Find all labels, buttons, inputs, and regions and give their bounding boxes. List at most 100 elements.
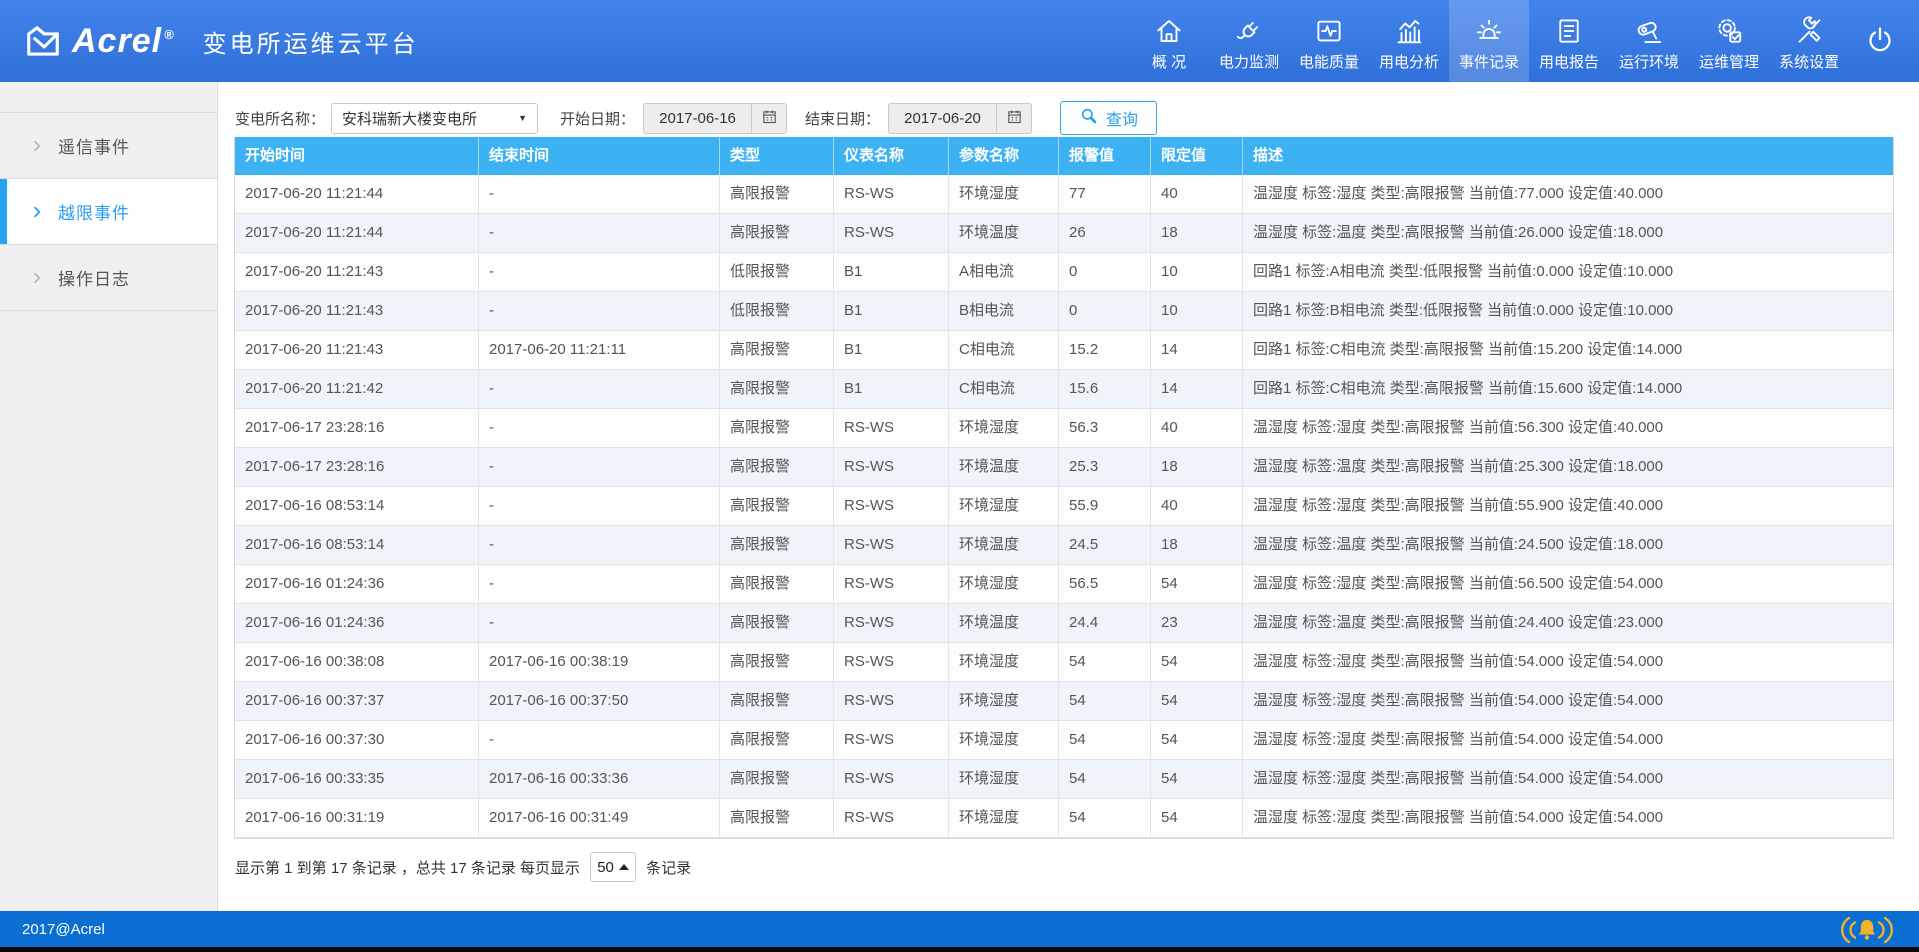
table-cell: 低限报警 bbox=[720, 292, 834, 330]
nav-item-label: 运维管理 bbox=[1699, 51, 1759, 72]
table-cell: 环境湿度 bbox=[949, 487, 1059, 525]
table-cell: B1 bbox=[834, 292, 949, 330]
start-date-group bbox=[643, 103, 787, 134]
chevron-right-icon bbox=[30, 139, 44, 153]
table-cell: 54 bbox=[1151, 721, 1243, 759]
calendar-icon bbox=[761, 108, 778, 128]
app-header: Acrel® 变电所运维云平台 概 况电力监测电能质量用电分析事件记录用电报告运… bbox=[0, 0, 1919, 82]
table-cell: 2017-06-16 08:53:14 bbox=[235, 526, 479, 564]
sidebar-item-remote-signal[interactable]: 遥信事件 bbox=[0, 113, 217, 179]
start-date-label: 开始日期： bbox=[560, 108, 635, 129]
tools-icon bbox=[1794, 16, 1824, 46]
alarm-bell-icon[interactable] bbox=[1841, 915, 1893, 945]
nav-item-power[interactable]: 电力监测 bbox=[1209, 0, 1289, 82]
table-cell: 温湿度 标签:湿度 类型:高限报警 当前值:55.900 设定值:40.000 bbox=[1243, 487, 1893, 525]
table-cell: 0 bbox=[1059, 292, 1151, 330]
gear-lock-icon bbox=[1714, 16, 1744, 46]
table-cell: RS-WS bbox=[834, 799, 949, 837]
table-cell: 回路1 标签:B相电流 类型:低限报警 当前值:0.000 设定值:10.000 bbox=[1243, 292, 1893, 330]
table-cell: 2017-06-20 11:21:11 bbox=[479, 331, 720, 369]
nav-item-settings[interactable]: 系统设置 bbox=[1769, 0, 1849, 82]
query-button[interactable]: 查询 bbox=[1060, 101, 1157, 135]
nav-item-label: 事件记录 bbox=[1459, 51, 1519, 72]
table-header-row: 开始时间结束时间类型仪表名称参数名称报警值限定值描述 bbox=[235, 137, 1893, 175]
nav-item-label: 电能质量 bbox=[1299, 51, 1359, 72]
search-icon bbox=[1079, 106, 1098, 130]
nav-item-environment[interactable]: 运行环境 bbox=[1609, 0, 1689, 82]
table-cell: 高限报警 bbox=[720, 565, 834, 603]
station-label: 变电所名称： bbox=[235, 108, 325, 129]
table-cell: B相电流 bbox=[949, 292, 1059, 330]
column-header: 报警值 bbox=[1059, 137, 1151, 175]
table-cell: 2017-06-16 00:38:08 bbox=[235, 643, 479, 681]
nav-item-quality[interactable]: 电能质量 bbox=[1289, 0, 1369, 82]
nav-item-label: 用电分析 bbox=[1379, 51, 1439, 72]
table-cell: 10 bbox=[1151, 253, 1243, 291]
table-row: 2017-06-17 23:28:16-高限报警RS-WS环境温度25.318温… bbox=[235, 448, 1893, 487]
nav-item-analysis[interactable]: 用电分析 bbox=[1369, 0, 1449, 82]
table-cell: B1 bbox=[834, 331, 949, 369]
table-cell: - bbox=[479, 175, 720, 213]
start-date-input[interactable] bbox=[644, 104, 751, 133]
table-cell: 2017-06-16 00:31:19 bbox=[235, 799, 479, 837]
table-cell: 2017-06-20 11:21:43 bbox=[235, 292, 479, 330]
nav-item-events[interactable]: 事件记录 bbox=[1449, 0, 1529, 82]
table-cell: 高限报警 bbox=[720, 721, 834, 759]
table-row: 2017-06-20 11:21:44-高限报警RS-WS环境湿度7740温湿度… bbox=[235, 175, 1893, 214]
bar-chart-icon bbox=[1394, 16, 1424, 46]
table-cell: 高限报警 bbox=[720, 760, 834, 798]
table-cell: 环境湿度 bbox=[949, 760, 1059, 798]
sidebar-item-operation-log[interactable]: 操作日志 bbox=[0, 245, 217, 311]
page-size-select[interactable]: 50 bbox=[590, 852, 636, 882]
logout-power-button[interactable] bbox=[1849, 0, 1911, 82]
table-cell: 18 bbox=[1151, 214, 1243, 252]
brand: Acrel® 变电所运维云平台 bbox=[0, 22, 419, 61]
table-cell: 24.4 bbox=[1059, 604, 1151, 642]
pagination-suffix: 条记录 bbox=[646, 857, 691, 878]
table-cell: 54 bbox=[1151, 760, 1243, 798]
table-cell: 14 bbox=[1151, 370, 1243, 408]
start-date-calendar-button[interactable] bbox=[751, 104, 786, 133]
table-cell: 高限报警 bbox=[720, 409, 834, 447]
table-cell: 54 bbox=[1151, 799, 1243, 837]
table-cell: C相电流 bbox=[949, 370, 1059, 408]
table-cell: 2017-06-20 11:21:43 bbox=[235, 331, 479, 369]
table-cell: 高限报警 bbox=[720, 331, 834, 369]
nav-item-label: 电力监测 bbox=[1219, 51, 1279, 72]
table-cell: B1 bbox=[834, 370, 949, 408]
sidebar-item-over-limit[interactable]: 越限事件 bbox=[0, 179, 217, 245]
table-row: 2017-06-20 11:21:43-低限报警B1A相电流010回路1 标签:… bbox=[235, 253, 1893, 292]
brand-name: Acrel® bbox=[72, 22, 175, 61]
nav-item-overview[interactable]: 概 况 bbox=[1129, 0, 1209, 82]
table-cell: 18 bbox=[1151, 448, 1243, 486]
table-cell: 56.3 bbox=[1059, 409, 1151, 447]
sidebar-item-label: 遥信事件 bbox=[58, 133, 130, 158]
table-cell: 环境湿度 bbox=[949, 565, 1059, 603]
table-cell: 14 bbox=[1151, 331, 1243, 369]
nav-item-report[interactable]: 用电报告 bbox=[1529, 0, 1609, 82]
table-cell: 高限报警 bbox=[720, 604, 834, 642]
table-cell: 高限报警 bbox=[720, 448, 834, 486]
table-cell: 环境湿度 bbox=[949, 799, 1059, 837]
end-date-calendar-button[interactable] bbox=[996, 104, 1031, 133]
table-cell: 18 bbox=[1151, 526, 1243, 564]
nav-item-maintenance[interactable]: 运维管理 bbox=[1689, 0, 1769, 82]
table-cell: 温湿度 标签:温度 类型:高限报警 当前值:24.500 设定值:18.000 bbox=[1243, 526, 1893, 564]
table-cell: 54 bbox=[1059, 682, 1151, 720]
table-cell: RS-WS bbox=[834, 760, 949, 798]
station-select[interactable]: 安科瑞新大楼变电所 ▼ bbox=[331, 103, 538, 134]
table-row: 2017-06-20 11:21:432017-06-20 11:21:11高限… bbox=[235, 331, 1893, 370]
table-cell: 环境湿度 bbox=[949, 409, 1059, 447]
table-cell: RS-WS bbox=[834, 409, 949, 447]
end-date-label: 结束日期： bbox=[805, 108, 880, 129]
table-cell: RS-WS bbox=[834, 721, 949, 759]
table-cell: 10 bbox=[1151, 292, 1243, 330]
footer-bar: 2017@Acrel bbox=[0, 911, 1919, 947]
table-cell: 54 bbox=[1151, 643, 1243, 681]
table-row: 2017-06-16 00:31:192017-06-16 00:31:49高限… bbox=[235, 799, 1893, 838]
end-date-input[interactable] bbox=[889, 104, 996, 133]
table-row: 2017-06-16 00:37:372017-06-16 00:37:50高限… bbox=[235, 682, 1893, 721]
sidebar-item-label: 操作日志 bbox=[58, 265, 130, 290]
table-cell: 温湿度 标签:湿度 类型:高限报警 当前值:54.000 设定值:54.000 bbox=[1243, 643, 1893, 681]
column-header: 描述 bbox=[1243, 137, 1893, 175]
